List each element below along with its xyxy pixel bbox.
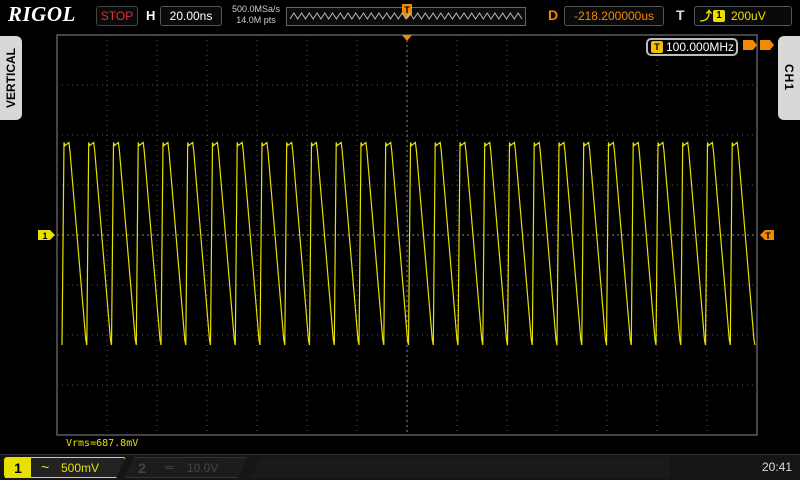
channel-status-bar: 1 ~ 500mV 2 ═ 10.0V 20:41: [0, 454, 800, 480]
scope-display: T 1 T: [38, 4, 774, 436]
vrms-measurement: Vrms=687.8mV: [66, 438, 139, 449]
ch2-number: 2: [138, 460, 146, 476]
clock: 20:41: [762, 460, 793, 474]
ch2-coupling-icon: ═: [165, 460, 174, 474]
ch1-offset-marker-text: 1: [42, 231, 47, 241]
trigger-top-tick: [402, 35, 412, 41]
ch1-waveform: [61, 141, 756, 346]
ch1-scale: 500mV: [61, 461, 100, 475]
ch1-coupling-icon: ~: [41, 459, 50, 475]
frequency-trigger-icon: T: [651, 41, 663, 53]
ch2-scale: 10.0V: [187, 461, 219, 475]
ch2-status[interactable]: 2 ═ 10.0V: [124, 457, 248, 478]
ch1-offset-marker[interactable]: 1: [38, 230, 55, 241]
trigger-level-marker-text: T: [765, 231, 771, 241]
frequency-value: 100.000MHz: [666, 40, 735, 54]
status-bar-filler: [250, 457, 670, 478]
trigger-level-marker[interactable]: T: [760, 230, 774, 241]
right-trigger-marker: [743, 40, 774, 50]
ch1-number: 1: [5, 458, 31, 478]
ch1-status[interactable]: 1 ~ 500mV: [4, 457, 126, 478]
frequency-counter: T 100.000MHz: [646, 38, 738, 56]
